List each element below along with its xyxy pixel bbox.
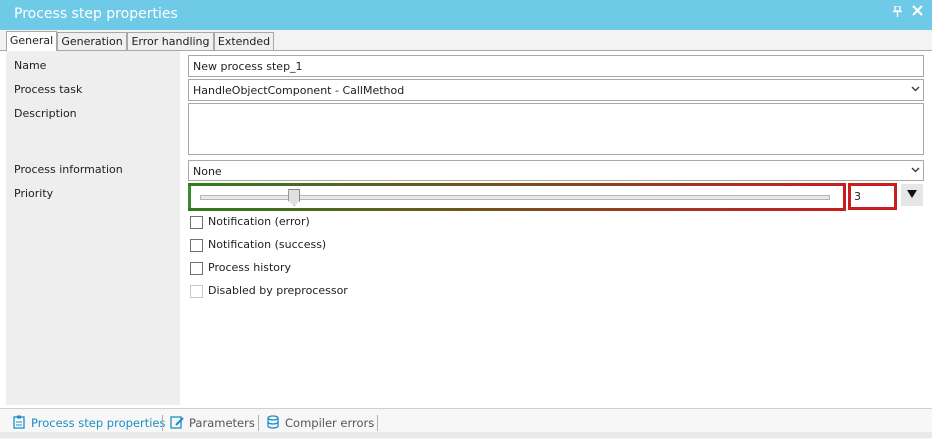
process-history-label: Process history	[208, 261, 292, 274]
priority-dropdown-button[interactable]	[901, 184, 923, 206]
disabled-by-preprocessor-checkbox[interactable]	[190, 285, 203, 298]
process-task-select[interactable]: HandleObjectComponent - CallMethod	[188, 79, 924, 101]
notification-success-label: Notification (success)	[208, 238, 327, 251]
chevron-down-icon	[911, 83, 920, 96]
window-title: Process step properties	[14, 6, 178, 22]
priority-label: Priority	[14, 187, 54, 200]
bottom-tab-compiler-errors[interactable]: Compiler errors	[266, 413, 374, 433]
priority-slider[interactable]	[188, 183, 846, 211]
database-icon	[266, 415, 280, 429]
process-history-checkbox[interactable]	[190, 262, 203, 275]
bottom-tab-label: Process step properties	[31, 416, 166, 430]
tab-separator	[162, 415, 163, 431]
slider-border-top	[188, 183, 846, 186]
label-column	[6, 51, 180, 405]
tab-separator	[377, 415, 378, 431]
status-strip	[0, 432, 932, 438]
process-information-value: None	[193, 165, 222, 178]
tab-strip: General Generation Error handling Extend…	[0, 30, 932, 51]
title-bar: Process step properties	[0, 0, 932, 30]
edit-icon	[170, 415, 184, 429]
slider-border-bottom	[188, 208, 846, 211]
description-textarea[interactable]	[188, 103, 924, 155]
process-information-label: Process information	[14, 163, 123, 176]
bottom-tab-label: Parameters	[189, 416, 255, 430]
name-label: Name	[14, 59, 47, 72]
priority-value: 3	[854, 190, 861, 203]
bottom-tab-parameters[interactable]: Parameters	[170, 413, 255, 433]
slider-thumb[interactable]	[288, 189, 301, 206]
process-information-select[interactable]: None	[188, 160, 924, 181]
bottom-tab-label: Compiler errors	[285, 416, 375, 430]
pin-icon[interactable]	[893, 5, 902, 20]
close-icon[interactable]	[912, 4, 923, 20]
process-task-label: Process task	[14, 83, 83, 96]
name-value: New process step_1	[193, 60, 303, 73]
disabled-by-preprocessor-label: Disabled by preprocessor	[208, 284, 348, 297]
tab-generation[interactable]: Generation	[57, 32, 127, 50]
clipboard-icon	[12, 415, 26, 429]
process-task-value: HandleObjectComponent - CallMethod	[193, 84, 405, 97]
notification-success-checkbox[interactable]	[190, 239, 203, 252]
tab-separator	[258, 415, 259, 431]
description-label: Description	[14, 107, 77, 120]
name-field[interactable]: New process step_1	[188, 55, 924, 77]
priority-input[interactable]: 3	[848, 183, 897, 210]
notification-error-label: Notification (error)	[208, 215, 310, 228]
chevron-down-icon	[911, 164, 920, 177]
triangle-down-icon	[907, 190, 917, 198]
tab-error-handling[interactable]: Error handling	[127, 32, 214, 50]
tab-general[interactable]: General	[6, 31, 57, 51]
notification-error-checkbox[interactable]	[190, 216, 203, 229]
tab-extended[interactable]: Extended	[214, 32, 274, 50]
